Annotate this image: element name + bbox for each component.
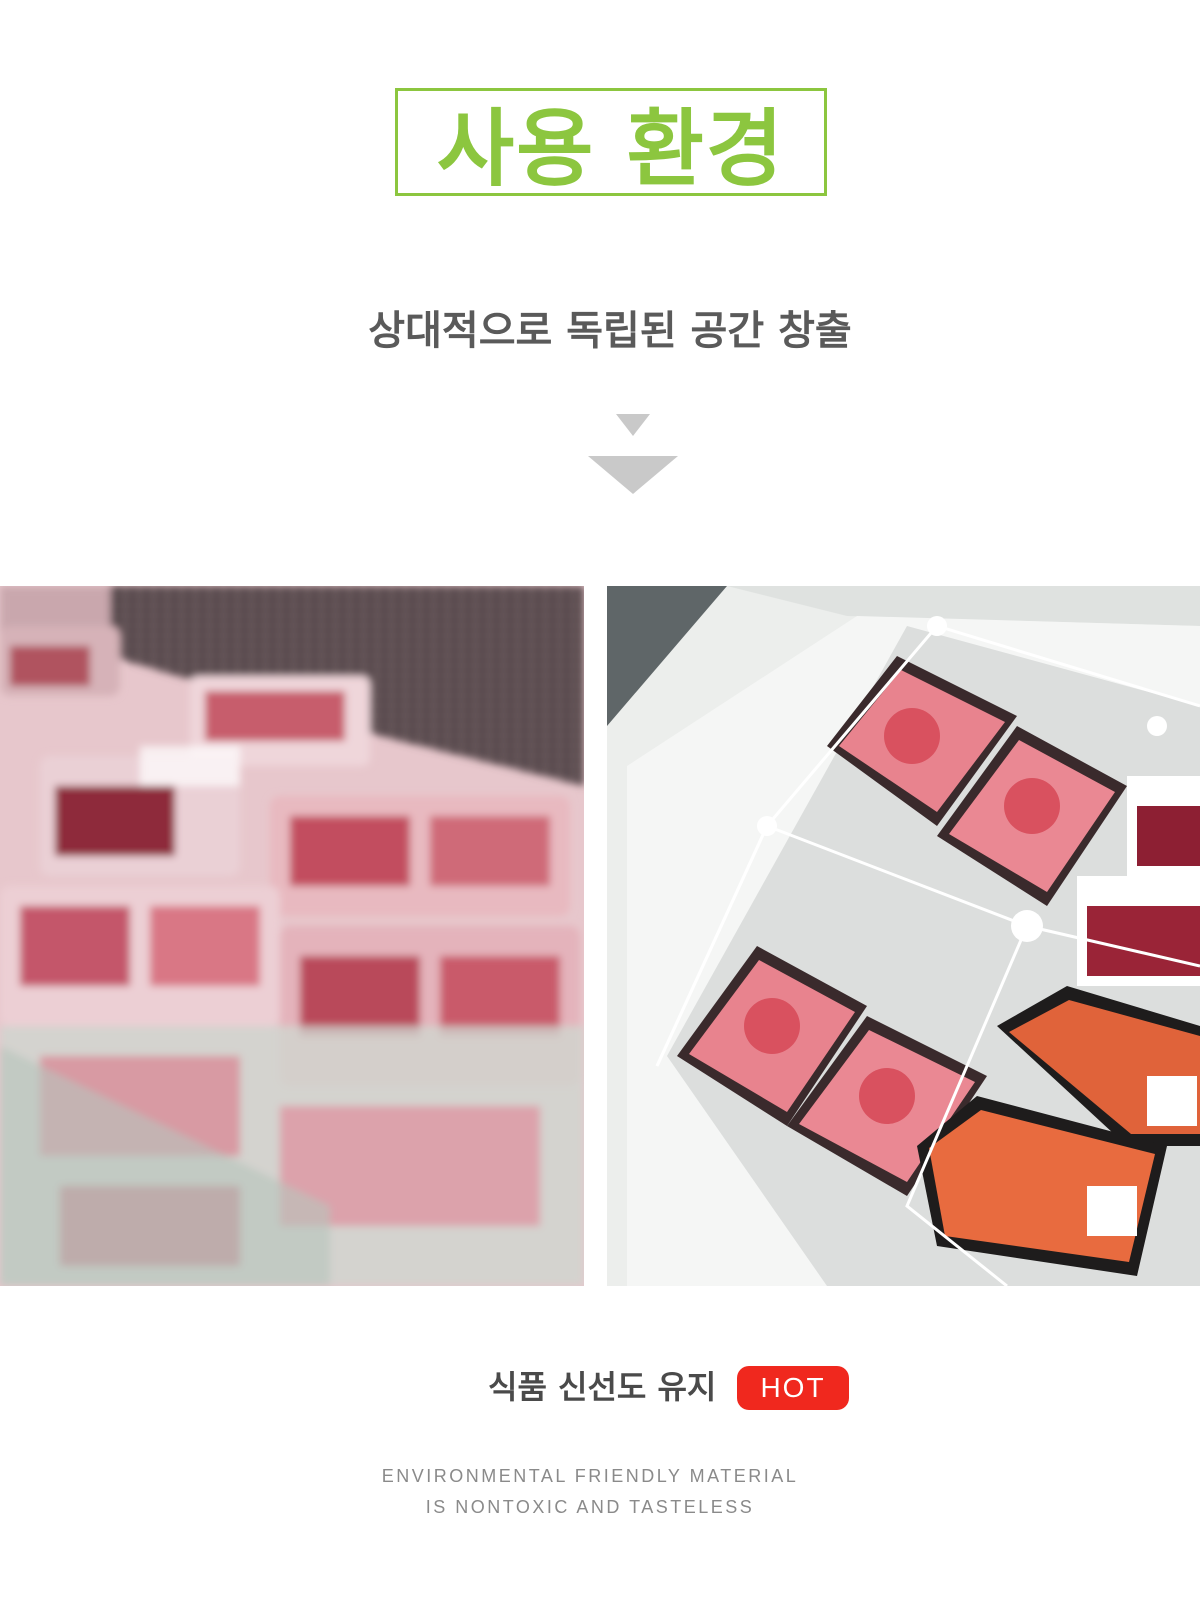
page-title: 사용 환경 (436, 99, 786, 198)
caption-row: 식품 신선도 유지 HOT (0, 1362, 1200, 1412)
eng-line-1: ENVIRONMENTAL FRIENDLY MATERIAL (381, 1466, 799, 1486)
hot-badge-label: HOT (760, 1372, 826, 1403)
caption-text: 식품 신선도 유지 (488, 1368, 717, 1406)
hot-badge: HOT (737, 1366, 849, 1410)
page-subtitle: 상대적으로 독립된 공간 창출 (368, 308, 852, 354)
double-down-triangle-icon (588, 414, 678, 494)
supermarket-meat-photo (0, 586, 584, 1286)
freezer-trays-photo (607, 586, 1200, 1286)
title-frame: 사용 환경 (395, 88, 827, 198)
eng-line-2: IS NONTOXIC AND TASTELESS (425, 1497, 755, 1517)
